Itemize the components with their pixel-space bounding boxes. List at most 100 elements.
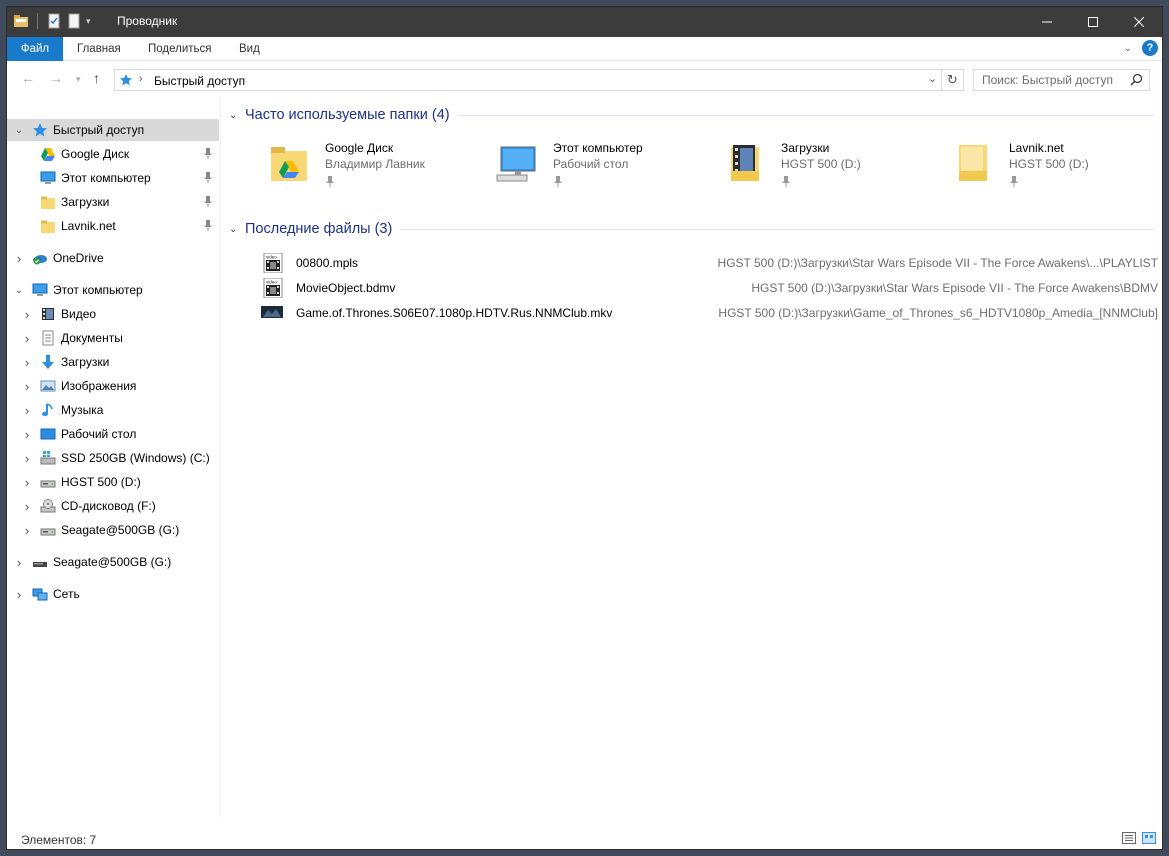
frequent-folder-tile[interactable]: Google Диск Владимир Лавник — [267, 137, 487, 193]
sidebar-item-17[interactable]: › Seagate@500GB (G:) — [7, 519, 219, 541]
sidebar-item-13[interactable]: › Рабочий стол — [7, 423, 219, 445]
recent-file-row[interactable]: Game.of.Thrones.S06E07.1080p.HDTV.Rus.NN… — [261, 301, 1158, 325]
breadcrumb-quick-access[interactable]: Быстрый доступ — [154, 74, 245, 88]
sidebar-item-11[interactable]: › Изображения — [7, 375, 219, 397]
pin-icon — [1009, 175, 1019, 190]
sidebar-item-label: Сеть — [53, 587, 80, 601]
quick-access-star-icon — [120, 74, 132, 86]
forward-arrow-icon[interactable]: → — [49, 70, 63, 86]
video-folder-icon — [723, 141, 767, 185]
sidebar-item-19[interactable]: › Сеть — [7, 583, 219, 605]
details-view-icon[interactable] — [1122, 832, 1136, 844]
group-header-frequent[interactable]: ⌄ Часто используемые папки (4) — [229, 105, 1154, 125]
folder-icon — [951, 141, 995, 185]
sidebar-item-16[interactable]: › CD-дисковод (F:) — [7, 495, 219, 517]
sidebar-item-18[interactable]: › Seagate@500GB (G:) — [7, 551, 219, 573]
recent-file-row[interactable]: video 00800.mpls HGST 500 (D:)\Загрузки\St… — [261, 251, 1158, 275]
sidebar-item-1[interactable]: ⌄ Быстрый доступ — [7, 119, 219, 141]
expand-chevron-right-icon[interactable]: › — [13, 251, 25, 266]
close-icon — [1134, 17, 1144, 27]
expand-chevron-right-icon[interactable]: › — [21, 523, 33, 538]
frequent-folder-tile[interactable]: Lavnik.net HGST 500 (D:) — [951, 137, 1162, 193]
sidebar-item-4[interactable]: Загрузки — [7, 191, 219, 213]
expand-chevron-down-icon[interactable]: ⌄ — [13, 125, 25, 136]
maximize-button[interactable] — [1070, 7, 1116, 37]
expand-chevron-right-icon[interactable]: › — [21, 331, 33, 346]
svg-text:video: video — [266, 280, 277, 285]
back-arrow-icon[interactable]: ← — [21, 70, 35, 86]
sidebar-item-label: Документы — [61, 331, 123, 345]
sidebar-item-label: SSD 250GB (Windows) (C:) — [61, 451, 210, 465]
minimize-icon — [1042, 21, 1052, 23]
expand-chevron-right-icon[interactable]: › — [21, 403, 33, 418]
chevron-down-icon[interactable]: ▾ — [86, 16, 91, 27]
sidebar-item-10[interactable]: › Загрузки — [7, 351, 219, 373]
sidebar-item-label: Этот компьютер — [53, 283, 143, 297]
navigation-bar: ← → ▾ ↑ › Быстрый доступ ⌄ ↻ — [7, 62, 1162, 96]
minimize-button[interactable] — [1024, 7, 1070, 37]
address-dropdown-chevron-icon[interactable]: ⌄ — [928, 72, 937, 85]
sidebar-item-14[interactable]: › SSD 250GB (Windows) (C:) — [7, 447, 219, 469]
tab-file[interactable]: Файл — [7, 37, 63, 61]
frequent-folder-tile[interactable]: Этот компьютер Рабочий стол — [495, 137, 715, 193]
pin-icon — [203, 219, 213, 234]
breadcrumb-chevron-icon[interactable]: › — [139, 73, 143, 85]
recent-locations-chevron-icon[interactable]: ▾ — [76, 74, 81, 85]
expand-chevron-right-icon[interactable]: › — [21, 475, 33, 490]
drive-icon — [40, 522, 56, 538]
group-header-recent[interactable]: ⌄ Последние файлы (3) — [229, 219, 1154, 239]
ribbon-tabs: Файл Главная Поделиться Вид ⌄ ? — [7, 37, 1162, 61]
frequent-folder-tile[interactable]: Загрузки HGST 500 (D:) — [723, 137, 943, 193]
google-drive-icon — [40, 146, 56, 162]
status-bar: Элементов: 7 — [7, 827, 1162, 849]
tab-view[interactable]: Вид — [239, 37, 260, 61]
sidebar-item-label: Рабочий стол — [61, 427, 137, 441]
expand-chevron-down-icon[interactable]: ⌄ — [13, 285, 25, 296]
group-collapse-chevron-icon[interactable]: ⌄ — [229, 224, 241, 235]
expand-chevron-right-icon[interactable]: › — [13, 555, 25, 570]
title-bar: ▾ Проводник — [7, 7, 1162, 37]
expand-chevron-right-icon[interactable]: › — [21, 499, 33, 514]
sidebar-item-3[interactable]: Этот компьютер — [7, 167, 219, 189]
sidebar-item-9[interactable]: › Документы — [7, 327, 219, 349]
sidebar-item-12[interactable]: › Музыка — [7, 399, 219, 421]
refresh-icon[interactable]: ↻ — [941, 70, 963, 90]
video-file-icon: video — [261, 277, 285, 299]
group-collapse-chevron-icon[interactable]: ⌄ — [229, 110, 241, 121]
folder-icon — [40, 194, 56, 210]
sidebar-item-7[interactable]: ⌄ Этот компьютер — [7, 279, 219, 301]
expand-chevron-right-icon[interactable]: › — [21, 451, 33, 466]
sidebar-item-label: Загрузки — [61, 355, 110, 369]
expand-chevron-right-icon[interactable]: › — [21, 355, 33, 370]
desktop-icon — [40, 426, 56, 442]
network-icon — [32, 586, 48, 602]
sidebar-item-6[interactable]: › OneDrive — [7, 247, 219, 269]
tab-share[interactable]: Поделиться — [148, 37, 212, 61]
up-arrow-icon[interactable]: ↑ — [93, 70, 100, 86]
sidebar-item-5[interactable]: Lavnik.net — [7, 215, 219, 237]
help-icon[interactable]: ? — [1142, 40, 1158, 56]
search-icon[interactable] — [1130, 73, 1143, 86]
close-button[interactable] — [1116, 7, 1162, 37]
sidebar-item-2[interactable]: Google Диск — [7, 143, 219, 165]
expand-chevron-right-icon[interactable]: › — [21, 379, 33, 394]
sidebar-item-15[interactable]: › HGST 500 (D:) — [7, 471, 219, 493]
search-box[interactable] — [973, 69, 1150, 91]
search-input[interactable] — [974, 70, 1124, 90]
tab-home[interactable]: Главная — [77, 37, 121, 61]
new-folder-icon[interactable] — [66, 13, 82, 29]
recent-file-row[interactable]: video MovieObject.bdmv HGST 500 (D:)\Загру… — [261, 276, 1158, 300]
expand-chevron-right-icon[interactable]: › — [21, 307, 33, 322]
drive-icon — [40, 474, 56, 490]
expand-chevron-right-icon[interactable]: › — [13, 587, 25, 602]
expand-ribbon-chevron-icon[interactable]: ⌄ — [1124, 43, 1132, 54]
sidebar-item-8[interactable]: › Видео — [7, 303, 219, 325]
address-bar[interactable]: › Быстрый доступ ⌄ ↻ — [114, 69, 964, 91]
pin-icon — [203, 171, 213, 186]
expand-chevron-right-icon[interactable]: › — [21, 427, 33, 442]
tile-location: Владимир Лавник — [325, 157, 425, 171]
content-pane: ⌄ Часто используемые папки (4) Google Ди… — [221, 97, 1162, 817]
properties-icon[interactable] — [46, 13, 62, 29]
large-icons-view-icon[interactable] — [1142, 832, 1156, 844]
window-controls — [1024, 7, 1162, 37]
